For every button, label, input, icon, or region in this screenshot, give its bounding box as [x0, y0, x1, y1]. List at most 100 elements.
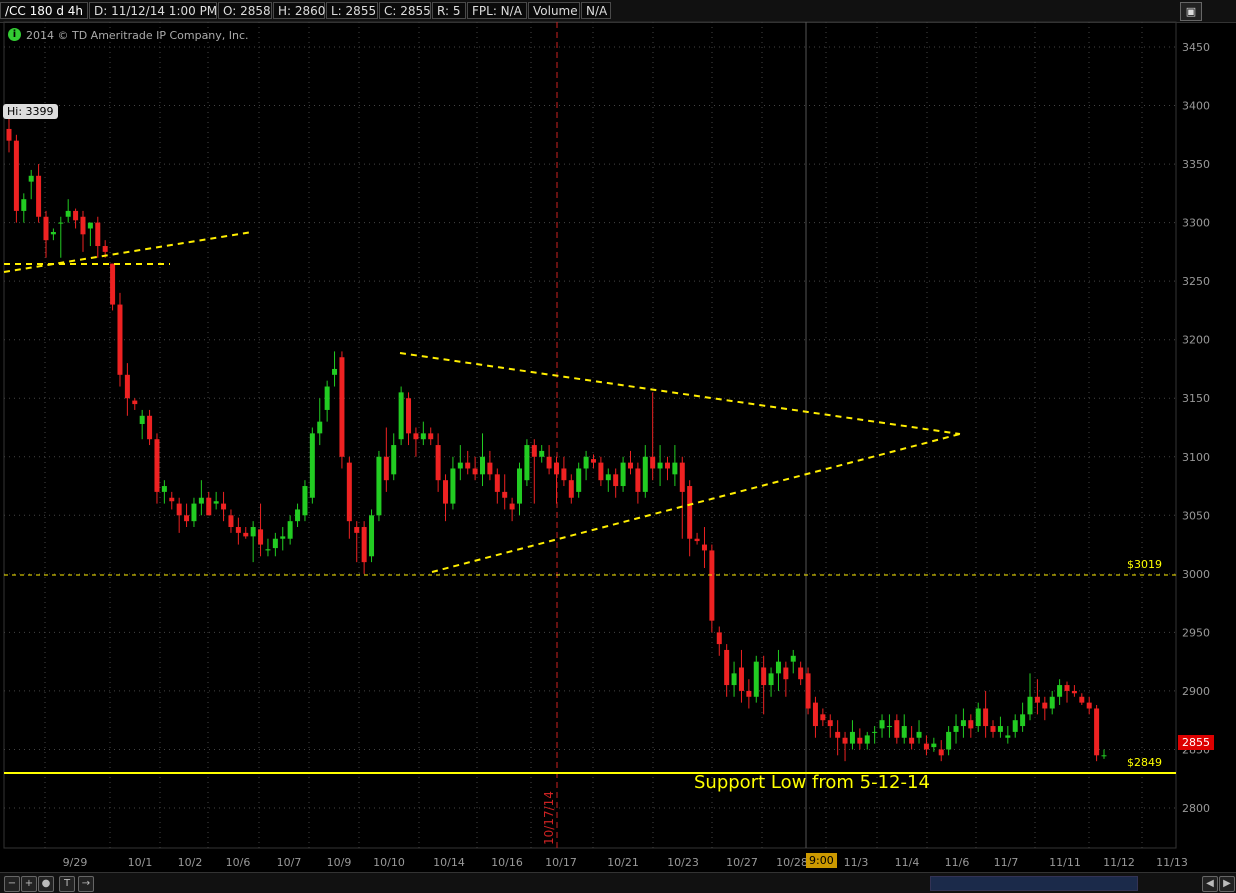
candle-body: [524, 445, 530, 481]
last-price-badge: 2855: [1178, 735, 1214, 750]
candle-body: [309, 433, 315, 498]
candle-body: [517, 468, 523, 504]
candle-body: [295, 509, 301, 522]
candle-body: [280, 536, 286, 539]
scroll-left-icon[interactable]: ◀: [1202, 876, 1218, 892]
candle-body: [117, 304, 123, 375]
candle-body: [413, 433, 419, 440]
candle-body: [672, 462, 678, 475]
candle-body: [598, 462, 604, 481]
candle-body: [857, 737, 863, 744]
candle-body: [457, 462, 463, 469]
candle-body: [1005, 735, 1011, 738]
candle-body: [650, 456, 656, 469]
candle-body: [783, 667, 789, 680]
candle-body: [1034, 696, 1040, 703]
candle-body: [95, 222, 101, 247]
draw-tool-icon[interactable]: →: [78, 876, 94, 892]
y-tick-label: 3200: [1182, 334, 1210, 347]
x-tick-label: 10/7: [277, 856, 302, 869]
candle-body: [184, 515, 190, 522]
candle-body: [590, 459, 596, 463]
y-tick-label: 2800: [1182, 802, 1210, 815]
candle-body: [36, 175, 42, 217]
scroll-right-icon[interactable]: ▶: [1219, 876, 1235, 892]
candle-body: [909, 737, 915, 744]
candle-body: [354, 527, 360, 533]
candle-body: [502, 491, 508, 498]
candle-body: [901, 726, 907, 738]
candle-body: [65, 210, 71, 217]
candle-body: [731, 673, 737, 686]
candle-body: [687, 486, 693, 539]
candle-body: [753, 661, 759, 697]
candle-body: [406, 398, 412, 434]
x-tick-label: 10/21: [607, 856, 639, 869]
status-icon[interactable]: i: [8, 28, 21, 41]
time-scrollbar[interactable]: [930, 876, 1138, 891]
chart-footer: − + ● T → ◀ ▶: [0, 872, 1236, 893]
candle-body: [450, 468, 456, 504]
candle-body: [657, 462, 663, 469]
y-tick-label: 2950: [1182, 626, 1210, 639]
copyright-text: 2014 © TD Ameritrade IP Company, Inc.: [26, 29, 249, 42]
candle-body: [679, 462, 685, 492]
candle-body: [627, 462, 633, 469]
candle-body: [635, 468, 641, 492]
candle-body: [443, 480, 449, 504]
trendline-early-rising: [3, 231, 253, 273]
candle-body: [428, 433, 434, 440]
candle-body: [923, 743, 929, 750]
candle-body: [132, 400, 138, 405]
zoom-in-icon[interactable]: +: [21, 876, 37, 892]
candle-body: [102, 246, 108, 252]
candle-body: [886, 726, 892, 728]
candle-body: [324, 386, 330, 410]
candle-body: [494, 474, 500, 492]
candle-body: [1079, 696, 1085, 703]
vertical-marker-label: 10/17/14: [542, 791, 556, 845]
candle-body: [694, 538, 700, 542]
candle-body: [465, 462, 471, 469]
candle-body: [546, 456, 552, 469]
candle-body: [990, 726, 996, 732]
candle-body: [983, 708, 989, 727]
x-tick-label: 10/1: [128, 856, 153, 869]
time-badge: 9:00: [806, 853, 837, 868]
y-tick-label: 3050: [1182, 509, 1210, 522]
candle-body: [258, 529, 264, 545]
x-tick-label: 11/3: [844, 856, 869, 869]
candle-body: [539, 450, 545, 457]
candle-body: [827, 720, 833, 727]
zoom-out-icon[interactable]: −: [4, 876, 20, 892]
x-tick-label: 10/27: [726, 856, 758, 869]
candle-body: [583, 456, 589, 469]
candle-body: [265, 549, 271, 551]
candle-body: [154, 439, 160, 492]
x-tick-label: 10/28: [776, 856, 808, 869]
candle-body: [872, 731, 878, 733]
candle-body: [724, 649, 730, 686]
candle-body: [842, 737, 848, 744]
y-tick-label: 3450: [1182, 41, 1210, 54]
candle-body: [383, 456, 389, 481]
candle-body: [317, 421, 323, 434]
x-tick-label: 10/9: [327, 856, 352, 869]
x-tick-label: 11/4: [895, 856, 920, 869]
x-tick-label: 11/11: [1049, 856, 1081, 869]
candle-body: [161, 486, 167, 492]
candle-body: [80, 216, 86, 235]
candle-body: [332, 368, 338, 375]
text-tool-icon[interactable]: T: [59, 876, 75, 892]
candle-body: [6, 128, 12, 141]
price-chart[interactable]: 2800285029002950300030503100315032003250…: [0, 0, 1236, 892]
y-tick-label: 3300: [1182, 217, 1210, 230]
candle-body: [738, 667, 744, 691]
level-3019-label: $3019: [1127, 558, 1162, 571]
candle-body: [864, 735, 870, 744]
y-tick-label: 3350: [1182, 158, 1210, 171]
candle-body: [369, 515, 375, 557]
candle-body: [487, 462, 493, 475]
candle-body: [435, 445, 441, 481]
zoom-fit-icon[interactable]: ●: [38, 876, 54, 892]
